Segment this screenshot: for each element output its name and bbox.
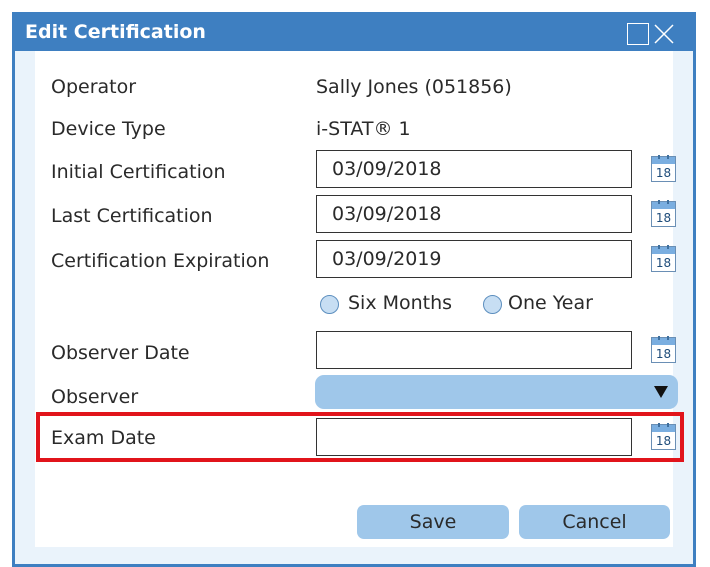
- certification-expiration-label: Certification Expiration: [51, 250, 270, 272]
- dialog-titlebar: Edit Certification: [15, 15, 693, 51]
- calendar-icon[interactable]: 18: [651, 155, 676, 182]
- dropdown-arrow-icon: [654, 386, 668, 398]
- device-type-value: i-STAT® 1: [316, 118, 411, 140]
- close-icon[interactable]: [653, 23, 675, 45]
- dialog-title: Edit Certification: [25, 21, 206, 43]
- calendar-icon[interactable]: 18: [651, 200, 676, 227]
- cancel-button[interactable]: Cancel: [519, 505, 670, 539]
- exam-date-highlight-box: [36, 412, 684, 462]
- operator-value: Sally Jones (051856): [316, 76, 512, 98]
- observer-label: Observer: [51, 386, 139, 408]
- last-certification-input[interactable]: [316, 195, 632, 233]
- initial-certification-input[interactable]: [316, 150, 632, 188]
- observer-dropdown[interactable]: [315, 375, 678, 409]
- observer-date-input[interactable]: [316, 331, 632, 369]
- initial-certification-label: Initial Certification: [51, 161, 226, 183]
- one-year-label: One Year: [508, 292, 593, 314]
- one-year-radio[interactable]: [483, 295, 502, 314]
- calendar-icon[interactable]: 18: [651, 336, 676, 363]
- six-months-radio[interactable]: [320, 295, 339, 314]
- observer-date-label: Observer Date: [51, 342, 190, 364]
- maximize-icon[interactable]: [627, 23, 649, 45]
- operator-label: Operator: [51, 76, 137, 98]
- device-type-label: Device Type: [51, 118, 166, 140]
- save-button[interactable]: Save: [357, 505, 509, 539]
- calendar-icon[interactable]: 18: [651, 245, 676, 272]
- certification-expiration-input[interactable]: [316, 240, 632, 278]
- last-certification-label: Last Certification: [51, 205, 213, 227]
- six-months-label: Six Months: [348, 292, 453, 314]
